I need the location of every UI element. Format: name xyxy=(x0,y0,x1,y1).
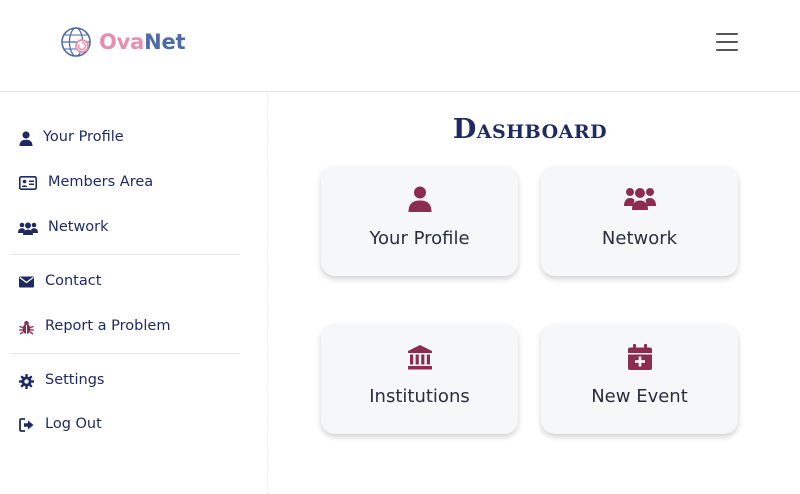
card-label: Your Profile xyxy=(369,228,470,249)
logo-text-net: Net xyxy=(144,30,186,54)
sidebar-item-network[interactable]: Network xyxy=(0,211,250,245)
sidebar: Your Profile Members Area Network Contac… xyxy=(0,93,268,494)
sidebar-item-contact[interactable]: Contact xyxy=(0,265,250,299)
card-label: Institutions xyxy=(369,386,470,407)
calendar-plus-icon xyxy=(541,344,738,374)
sidebar-divider xyxy=(10,254,240,255)
card-institutions[interactable]: Institutions xyxy=(321,324,518,434)
user-icon xyxy=(321,186,518,216)
id-card-icon xyxy=(18,174,38,192)
sidebar-divider xyxy=(10,353,240,354)
card-your-profile[interactable]: Your Profile xyxy=(321,166,518,276)
sidebar-item-label: Report a Problem xyxy=(45,318,171,334)
sidebar-item-report-a-problem[interactable]: Report a Problem xyxy=(0,310,250,344)
card-label: New Event xyxy=(591,386,688,407)
sidebar-item-log-out[interactable]: Log Out xyxy=(0,408,250,442)
institution-icon xyxy=(321,344,518,374)
menu-hamburger-icon[interactable] xyxy=(716,33,738,51)
sidebar-item-settings[interactable]: Settings xyxy=(0,364,250,398)
sign-out-icon xyxy=(17,416,35,434)
sidebar-item-members-area[interactable]: Members Area xyxy=(0,166,250,200)
logo-text: OvaNet xyxy=(99,30,186,54)
sidebar-item-label: Network xyxy=(48,219,109,235)
sidebar-item-label: Log Out xyxy=(45,416,102,432)
sidebar-item-your-profile[interactable]: Your Profile xyxy=(0,121,250,155)
card-new-event[interactable]: New Event xyxy=(541,324,738,434)
globe-logo-icon xyxy=(61,27,91,57)
user-icon xyxy=(17,129,35,147)
sidebar-item-label: Members Area xyxy=(48,174,154,190)
page-title: Dashboard xyxy=(452,114,608,145)
ovanet-logo[interactable]: OvaNet xyxy=(59,26,186,58)
sidebar-item-label: Contact xyxy=(45,273,102,289)
users-icon xyxy=(541,186,738,216)
bug-icon xyxy=(17,318,35,336)
envelope-icon xyxy=(17,273,35,291)
sidebar-item-label: Your Profile xyxy=(43,129,124,145)
logo-text-ova: Ova xyxy=(99,30,145,54)
card-network[interactable]: Network xyxy=(541,166,738,276)
sidebar-item-label: Settings xyxy=(45,372,105,388)
card-label: Network xyxy=(601,228,678,249)
gear-icon xyxy=(17,372,35,390)
top-header: OvaNet xyxy=(0,0,800,92)
users-icon xyxy=(18,219,38,237)
